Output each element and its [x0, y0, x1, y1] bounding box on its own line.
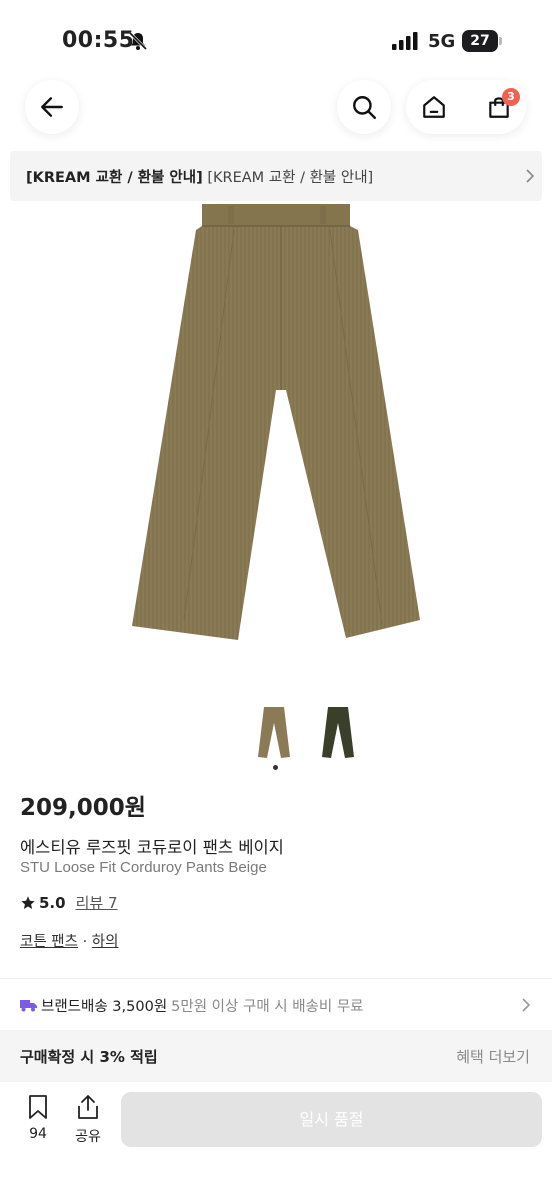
points-row[interactable]: 구매확정 시 3% 적립 혜택 더보기	[0, 1030, 552, 1082]
delivery-note: 5만원 이상 구매 시 배송비 무료	[171, 999, 364, 1015]
category-separator: ·	[82, 934, 88, 950]
save-count: 94	[29, 1126, 47, 1142]
points-label: 구매확정 시 3% 적립	[20, 1048, 158, 1066]
divider	[0, 978, 552, 979]
rating-row: 5.0 리뷰 7	[20, 892, 118, 913]
arrow-left-icon	[41, 97, 63, 117]
notice-text: [KREAM 교환 / 환불 안내] [KREAM 교환 / 환불 안내]	[26, 166, 373, 187]
status-bar: 00:55 5G 27	[0, 0, 552, 80]
home-icon[interactable]	[421, 94, 447, 120]
sold-out-button[interactable]: 일시 품절	[121, 1092, 542, 1147]
status-time: 00:55	[62, 28, 135, 53]
share-icon	[78, 1095, 98, 1119]
rating-score: 5.0	[39, 893, 66, 912]
carousel-indicator	[273, 765, 278, 770]
delivery-row[interactable]: 브랜드배송 3,500원 5만원 이상 구매 시 배송비 무료	[0, 980, 552, 1030]
category-link[interactable]: 코튼 팬츠	[20, 934, 78, 950]
subcategory-link[interactable]: 하의	[92, 934, 119, 950]
search-icon	[353, 96, 377, 120]
product-name-en: STU Loose Fit Corduroy Pants Beige	[20, 859, 267, 876]
save-button[interactable]: 94	[18, 1094, 58, 1142]
notice-bold: [KREAM 교환 / 환불 안내]	[26, 170, 203, 186]
exchange-refund-notice[interactable]: [KREAM 교환 / 환불 안내] [KREAM 교환 / 환불 안내]	[10, 151, 542, 201]
chevron-right-icon	[526, 169, 535, 183]
share-button[interactable]: 공유	[68, 1094, 108, 1146]
star-icon	[21, 895, 35, 909]
benefits-more-link[interactable]: 혜택 더보기	[456, 1046, 530, 1067]
back-button[interactable]	[25, 80, 79, 134]
delivery-text: 브랜드배송 3,500원 5만원 이상 구매 시 배송비 무료	[41, 995, 364, 1016]
bookmark-icon	[29, 1095, 47, 1119]
bottom-action-bar: 94 공유 일시 품절	[0, 1082, 552, 1200]
product-image[interactable]	[120, 200, 432, 650]
cart-count-badge: 3	[502, 88, 520, 106]
battery-cap	[499, 37, 502, 45]
thumbnail-olive[interactable]	[316, 703, 360, 759]
category-breadcrumb: 코튼 팬츠 · 하의	[20, 930, 118, 951]
search-button[interactable]	[337, 80, 391, 134]
thumbnail-beige[interactable]	[252, 703, 296, 759]
product-name-ko: 에스티유 루즈핏 코듀로이 팬츠 베이지	[20, 838, 284, 857]
battery-icon: 27	[462, 30, 498, 52]
review-link[interactable]: 리뷰 7	[76, 892, 118, 913]
bell-muted-icon	[128, 31, 148, 51]
delivery-fee: 브랜드배송 3,500원	[41, 999, 168, 1015]
truck-icon	[20, 1000, 37, 1012]
share-label: 공유	[75, 1129, 101, 1145]
notice-rest: [KREAM 교환 / 환불 안내]	[207, 170, 374, 186]
network-type: 5G	[428, 31, 456, 52]
product-price: 209,000원	[20, 795, 146, 821]
chevron-right-icon	[522, 998, 531, 1012]
signal-icon	[392, 32, 418, 50]
